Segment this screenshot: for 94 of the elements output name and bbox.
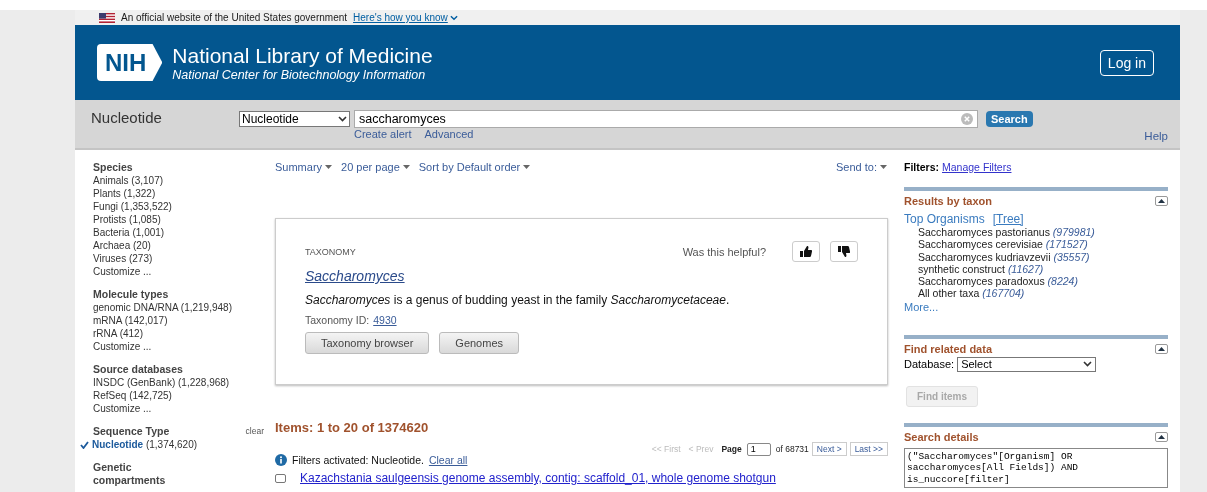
login-button[interactable]: Log in [1099, 49, 1154, 76]
helpful-question: Was this helpful? [682, 245, 766, 258]
section-title: Results by taxon [904, 195, 993, 207]
top-organisms-label: Top Organisms [904, 212, 985, 226]
database-select[interactable]: Select [957, 356, 1097, 372]
caret-icon [523, 165, 531, 169]
organism-link[interactable]: All other taxa (167704) [904, 287, 1168, 300]
filters-message: Filters activated: Nucleotide. [292, 454, 424, 466]
result-checkbox[interactable] [275, 473, 286, 483]
check-icon [80, 440, 89, 449]
collapse-button[interactable] [1155, 196, 1168, 206]
nih-logo[interactable]: NIH [97, 44, 163, 81]
organism-link[interactable]: Saccharomyces paradoxus (8224) [904, 275, 1168, 288]
page-field[interactable]: 1 [746, 442, 771, 456]
taxon-description: Saccharomyces is a genus of budding yeast in the family Saccharomycetaceae. [305, 293, 731, 307]
filter-link[interactable]: Plants (1,322) [93, 187, 264, 200]
organism-link[interactable]: synthetic construct (11627) [904, 262, 1168, 276]
database-select[interactable]: Nucleotide [239, 111, 350, 127]
filter-link[interactable]: Viruses (273) [93, 252, 264, 265]
collapse-button[interactable] [1155, 431, 1168, 442]
site-title: National Library of Medicine [172, 43, 433, 68]
customize-link[interactable]: Customize ... [93, 265, 264, 278]
taxonomy-button[interactable]: Genomes [439, 332, 520, 354]
clear-all-link[interactable]: Clear all [428, 454, 468, 466]
thumbs-up-icon [800, 246, 812, 257]
display-menu[interactable]: 20 per page [341, 161, 410, 173]
thumbs-up-button[interactable] [792, 241, 820, 262]
info-icon [275, 454, 287, 466]
database-title: Nucleotide [91, 109, 163, 128]
filter-link[interactable]: Nucleotide (1,374,620) [80, 438, 264, 451]
filter-link[interactable]: Fungi (1,353,522) [93, 200, 264, 213]
manage-filters-link[interactable]: Manage Filters [942, 161, 1012, 173]
tree-link[interactable]: [Tree] [992, 212, 1024, 226]
banner-text: An official website of the United States government [121, 12, 348, 23]
thumbs-down-icon [838, 246, 850, 257]
display-menu[interactable]: Summary [275, 161, 333, 173]
thumbs-down-button[interactable] [830, 241, 858, 262]
search-details-field[interactable]: ("Saccharomyces"[Organism] OR saccharomyces[All Fields]) AND is_nuccore[filter] [904, 447, 1168, 488]
customize-link[interactable]: Customize ... [93, 340, 264, 353]
database-label: Database: [904, 358, 955, 371]
section-title: Find related data [904, 342, 993, 355]
display-menu[interactable]: Sort by Default order [418, 161, 531, 173]
last-page-button[interactable]: Last >> [849, 442, 888, 456]
organism-link[interactable]: Saccharomyces kudriavzevii (35557) [904, 250, 1168, 263]
filter-link[interactable]: Archaea (20) [93, 239, 264, 252]
customize-link[interactable]: Customize ... [93, 402, 264, 415]
filter-link[interactable]: rRNA (412) [93, 327, 264, 340]
filter-group-title: Genetic compartments [93, 461, 163, 487]
filter-group-title: Source databases [93, 363, 183, 376]
chevron-down-icon [449, 14, 458, 21]
organism-link[interactable]: Saccharomyces pastorianus (979981) [904, 226, 1168, 239]
page-label: Page [721, 444, 742, 454]
chevron-down-icon [1083, 361, 1093, 368]
card-label: TAXONOMY [305, 246, 356, 257]
filter-group-title: Molecule types [93, 288, 169, 301]
filter-link[interactable]: Bacteria (1,001) [93, 226, 264, 239]
section-title: Search details [904, 430, 979, 443]
filter-link[interactable]: INSDC (GenBank) (1,228,968) [93, 376, 264, 389]
filter-link[interactable]: mRNA (142,017) [93, 314, 264, 327]
filter-link[interactable]: RefSeq (142,725) [93, 389, 264, 402]
search-field[interactable]: saccharomyces [354, 110, 978, 128]
site-subtitle: National Center for Biotechnology Information [172, 67, 427, 82]
chevron-down-icon [338, 116, 347, 122]
filter-link[interactable]: Animals (3,107) [93, 174, 264, 187]
search-option-link[interactable]: Advanced [424, 128, 474, 140]
taxonomy-id-link[interactable]: 4930 [373, 314, 397, 326]
flag-icon [99, 12, 115, 23]
clear-link[interactable]: clear [245, 425, 264, 438]
filter-link[interactable]: genomic DNA/RNA (1,219,948) [93, 301, 264, 314]
result-title-link[interactable]: Kazachstania saulgeensis genome assembly, contig: scaffold_01, whole genome shotgun [300, 471, 776, 485]
filter-link[interactable]: Protists (1,085) [93, 213, 264, 226]
filter-group-title: Sequence Type [93, 425, 170, 438]
filter-group-title: Species [93, 161, 133, 174]
search-button[interactable]: Search [986, 111, 1033, 127]
results-count: Items: 1 to 20 of 1374620 [275, 420, 430, 435]
taxonomy-id-label: Taxonomy ID: [305, 314, 370, 326]
collapse-button[interactable] [1155, 343, 1168, 354]
send-to-menu[interactable]: Send to: [836, 161, 887, 173]
how-you-know-link[interactable]: Here's how you know [353, 12, 458, 23]
caret-icon [880, 165, 887, 169]
collapse-icon [1158, 199, 1165, 203]
search-option-link[interactable]: Create alert [354, 128, 412, 140]
taxon-link[interactable]: Saccharomyces [305, 268, 405, 284]
filters-label: Filters: [904, 161, 939, 173]
taxonomy-button[interactable]: Taxonomy browser [305, 332, 430, 354]
caret-icon [402, 165, 410, 169]
collapse-icon [1158, 434, 1165, 439]
caret-icon [325, 165, 333, 169]
collapse-icon [1158, 346, 1165, 351]
help-link[interactable]: Help [1144, 130, 1168, 142]
page-total: of 68731 [775, 444, 809, 454]
more-link[interactable]: More... [904, 300, 1168, 313]
next-page-button[interactable]: Next > [811, 442, 847, 456]
organism-link[interactable]: Saccharomyces cerevisiae (171527) [904, 238, 1168, 251]
